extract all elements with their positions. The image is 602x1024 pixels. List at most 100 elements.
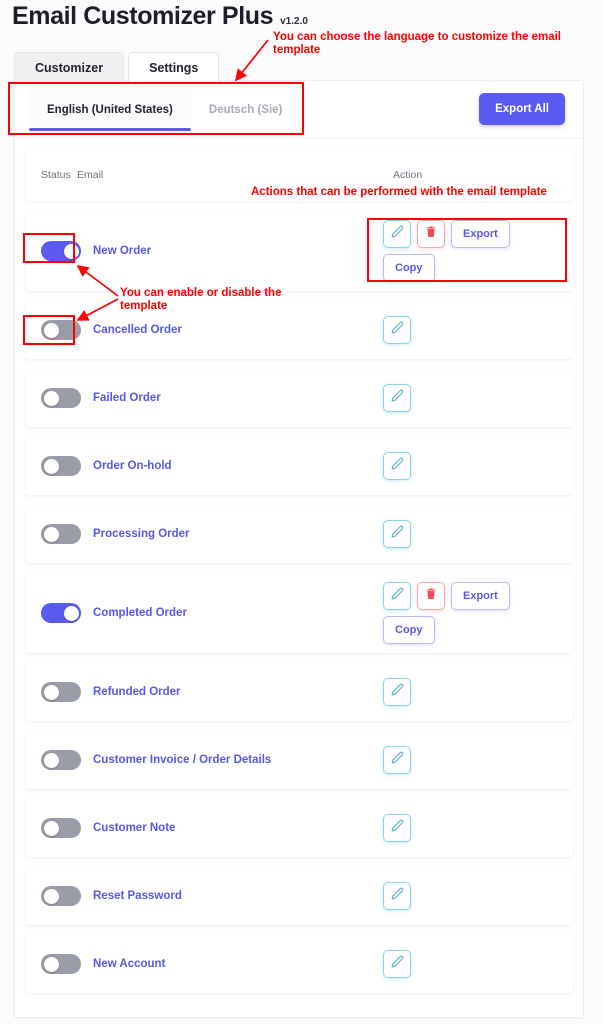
action-cell: Export Copy xyxy=(383,220,573,282)
table-row: Customer Note xyxy=(25,799,573,857)
delete-button[interactable] xyxy=(417,582,445,610)
status-toggle[interactable] xyxy=(41,456,81,476)
action-button-group xyxy=(383,678,533,706)
status-cell xyxy=(25,524,93,544)
status-toggle[interactable] xyxy=(41,818,81,838)
action-cell: Export Copy xyxy=(383,582,573,644)
table-row: Refunded Order xyxy=(25,663,573,721)
action-button-group xyxy=(383,746,533,774)
status-cell xyxy=(25,818,93,838)
language-tab-deutsch-label: Deutsch (Sie) xyxy=(208,103,283,116)
edit-button[interactable] xyxy=(383,316,411,344)
edit-button[interactable] xyxy=(383,746,411,774)
pencil-icon xyxy=(391,955,404,973)
table-row: Processing Order xyxy=(25,505,573,563)
language-tab-deutsch[interactable]: Deutsch (Sie) xyxy=(191,81,301,138)
edit-button[interactable] xyxy=(383,814,411,842)
status-toggle[interactable] xyxy=(41,241,81,261)
copy-button[interactable]: Copy xyxy=(383,616,435,644)
status-cell xyxy=(25,241,93,261)
edit-button[interactable] xyxy=(383,452,411,480)
table-row: Order On-hold xyxy=(25,437,573,495)
edit-button[interactable] xyxy=(383,384,411,412)
tab-settings-label: Settings xyxy=(149,61,199,75)
status-cell xyxy=(25,886,93,906)
toggle-knob xyxy=(43,752,59,768)
action-cell xyxy=(383,746,573,774)
column-header-status: Status xyxy=(41,169,71,181)
language-tab-english[interactable]: English (United States) xyxy=(29,81,191,138)
action-button-group xyxy=(383,384,533,412)
page-title: Email Customizer Plus v1.2.0 xyxy=(12,2,308,31)
annotation-actions-text: Actions that can be performed with the e… xyxy=(251,186,547,198)
action-cell xyxy=(383,950,573,978)
email-template-name: Reset Password xyxy=(93,890,182,902)
table-row: Completed Order Export Copy xyxy=(25,573,573,653)
toggle-knob xyxy=(43,956,59,972)
action-button-group xyxy=(383,814,533,842)
status-cell xyxy=(25,388,93,408)
status-toggle[interactable] xyxy=(41,603,81,623)
edit-button[interactable] xyxy=(383,678,411,706)
status-toggle[interactable] xyxy=(41,320,81,340)
toggle-knob xyxy=(43,820,59,836)
status-toggle[interactable] xyxy=(41,954,81,974)
status-toggle[interactable] xyxy=(41,388,81,408)
toggle-knob xyxy=(63,243,79,259)
toggle-knob xyxy=(43,458,59,474)
edit-button[interactable] xyxy=(383,520,411,548)
table-row: New Order Export Copy xyxy=(25,211,573,291)
action-button-group xyxy=(383,950,533,978)
toggle-knob xyxy=(63,605,79,621)
top-tab-bar: Customizer Settings xyxy=(14,52,220,84)
action-cell xyxy=(383,384,573,412)
action-button-group xyxy=(383,882,533,910)
email-template-name: Customer Invoice / Order Details xyxy=(93,754,272,766)
status-cell xyxy=(25,456,93,476)
action-cell xyxy=(383,520,573,548)
status-cell xyxy=(25,954,93,974)
status-toggle[interactable] xyxy=(41,682,81,702)
annotation-language-text: You can choose the language to customize… xyxy=(273,31,561,56)
table-row: Failed Order xyxy=(25,369,573,427)
edit-button[interactable] xyxy=(383,220,411,248)
status-toggle[interactable] xyxy=(41,886,81,906)
email-template-name: Failed Order xyxy=(93,392,161,404)
table-row: Customer Invoice / Order Details xyxy=(25,731,573,789)
export-all-button[interactable]: Export All xyxy=(479,93,565,125)
language-tab-english-label: English (United States) xyxy=(47,103,173,116)
status-cell xyxy=(25,320,93,340)
email-template-name: New Account xyxy=(93,958,166,970)
trash-icon xyxy=(425,587,437,605)
toggle-knob xyxy=(43,322,59,338)
toggle-knob xyxy=(43,888,59,904)
app-version-text: v1.2.0 xyxy=(280,16,308,27)
table-row: New Account xyxy=(25,935,573,993)
annotation-enable-text: You can enable or disable the template xyxy=(120,287,282,312)
language-bar: English (United States) Deutsch (Sie) Ex… xyxy=(15,81,583,139)
export-button[interactable]: Export xyxy=(451,582,510,610)
edit-button[interactable] xyxy=(383,882,411,910)
email-template-name: Processing Order xyxy=(93,528,190,540)
pencil-icon xyxy=(391,389,404,407)
tab-settings[interactable]: Settings xyxy=(128,52,220,84)
status-cell xyxy=(25,750,93,770)
language-tab-list: English (United States) Deutsch (Sie) xyxy=(15,81,300,138)
tab-customizer-label: Customizer xyxy=(35,61,104,75)
action-button-group xyxy=(383,316,533,344)
export-button[interactable]: Export xyxy=(451,220,510,248)
status-cell xyxy=(25,682,93,702)
copy-button[interactable]: Copy xyxy=(383,254,435,282)
pencil-icon xyxy=(391,819,404,837)
action-button-group: Export Copy xyxy=(383,582,533,644)
arrow-language xyxy=(234,39,269,82)
toggle-knob xyxy=(43,526,59,542)
app-title-text: Email Customizer Plus xyxy=(12,2,274,30)
tab-customizer[interactable]: Customizer xyxy=(14,52,125,84)
status-toggle[interactable] xyxy=(41,524,81,544)
delete-button[interactable] xyxy=(417,220,445,248)
email-template-list: New Order Export Copy Cancelled Order Failed… xyxy=(15,211,583,993)
edit-button[interactable] xyxy=(383,950,411,978)
edit-button[interactable] xyxy=(383,582,411,610)
status-toggle[interactable] xyxy=(41,750,81,770)
